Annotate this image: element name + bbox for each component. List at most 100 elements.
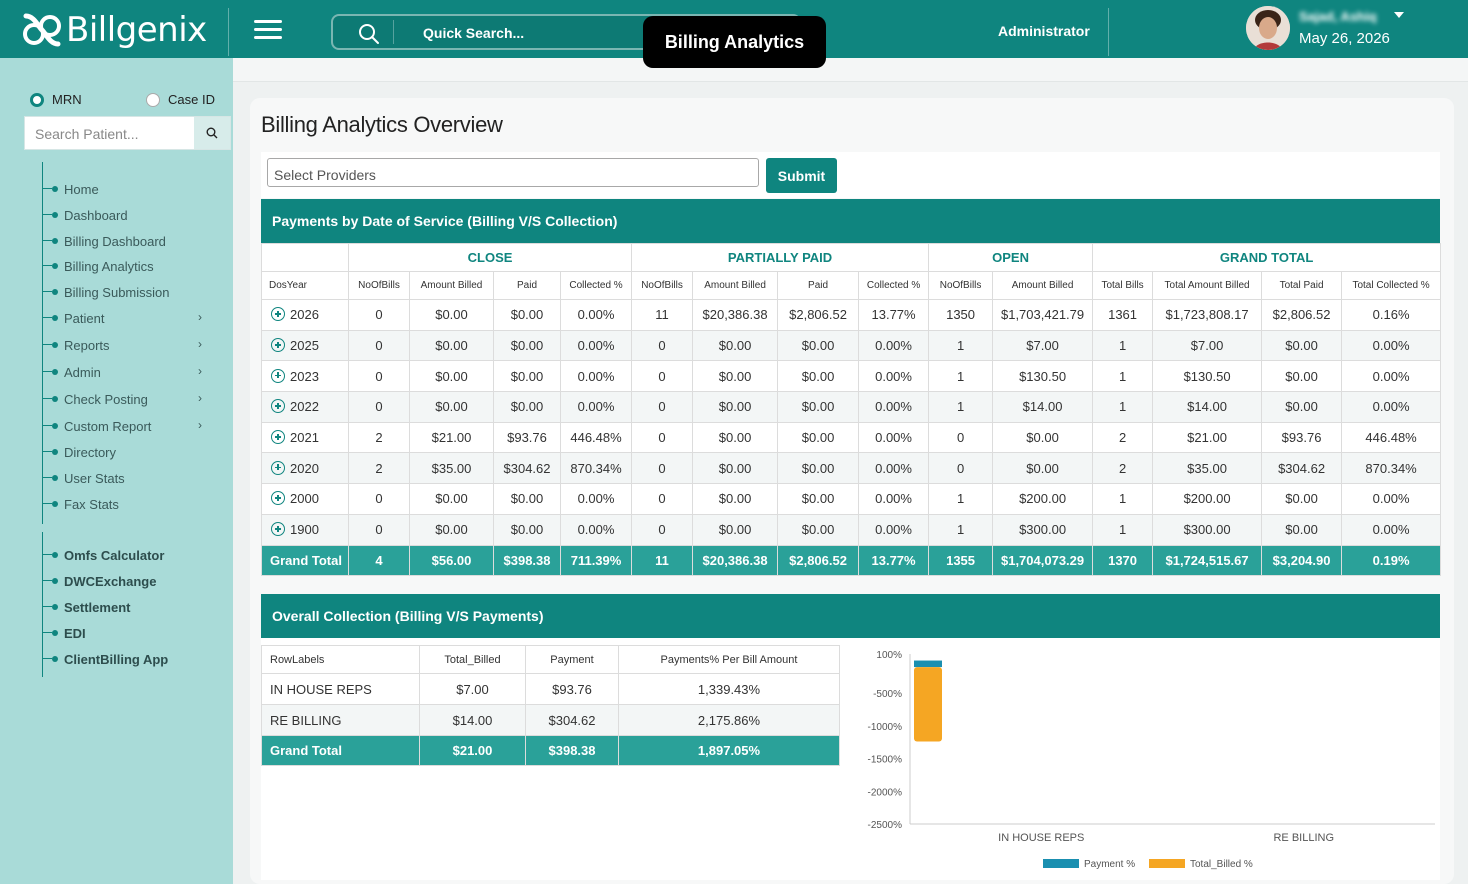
table-cell: $1,723,808.17	[1152, 299, 1263, 331]
expand-plus-icon[interactable]	[271, 460, 285, 475]
table-group-header: OPEN	[928, 243, 1094, 272]
expand-plus-icon[interactable]	[271, 491, 285, 506]
table-cell: $0.00	[692, 421, 779, 454]
expand-year-cell[interactable]: 1900	[261, 513, 349, 546]
column-header[interactable]: Collected %	[559, 271, 633, 300]
expand-plus-icon[interactable]	[271, 368, 285, 383]
expand-year-cell[interactable]: 2021	[261, 421, 349, 454]
table-cell: $0.00	[493, 299, 561, 331]
expand-plus-icon[interactable]	[271, 307, 285, 322]
year-label: 2020	[290, 460, 319, 476]
radio-mrn[interactable]: MRN	[30, 92, 82, 107]
chart-bar-payment	[914, 660, 942, 668]
sidebar-item-label: Patient	[64, 310, 105, 326]
column-header[interactable]: Paid	[493, 271, 561, 300]
table-group-header: GRAND TOTAL	[1092, 243, 1442, 272]
chart-legend-swatch	[1043, 859, 1079, 868]
column-header[interactable]: Amount Billed	[692, 271, 779, 300]
table-row: 2023 0 $0.00 $0.00 0.00% 0 $0.00 $0.00 0.00% 1 $13…	[261, 360, 1442, 393]
expand-year-cell[interactable]: 2025	[261, 329, 349, 362]
table-cell: $0.00	[1261, 329, 1343, 362]
sidebar-item-label: Home	[64, 181, 99, 197]
expand-plus-icon[interactable]	[271, 522, 285, 537]
column-header[interactable]: NoOfBills	[631, 271, 694, 300]
sidebar-item-custom-report[interactable]: Custom Report ›	[42, 417, 202, 435]
sidebar-item-admin[interactable]: Admin ›	[42, 363, 202, 381]
table-group-header-empty	[261, 243, 349, 272]
menu-toggle-icon[interactable]	[254, 20, 282, 40]
sidebar-item-settlement[interactable]: Settlement	[42, 598, 130, 616]
user-menu-caret-icon[interactable]	[1394, 12, 1404, 18]
radio-case-id[interactable]: Case ID	[146, 92, 215, 107]
column-header[interactable]: Payment	[525, 645, 619, 674]
search-icon	[357, 22, 381, 46]
sidebar-item-omfs-calculator[interactable]: Omfs Calculator	[42, 546, 164, 564]
sidebar-item-reports[interactable]: Reports ›	[42, 336, 202, 354]
table-cell: 0.00%	[1341, 513, 1442, 546]
column-header[interactable]: Amount Billed	[992, 271, 1094, 300]
sidebar-item-check-posting[interactable]: Check Posting ›	[42, 390, 202, 408]
provider-select[interactable]: Select Providers	[267, 158, 759, 187]
table-cell: $200.00	[992, 483, 1094, 515]
header-divider	[1108, 8, 1109, 56]
table-cell: 0.00%	[559, 299, 633, 331]
expand-plus-icon[interactable]	[271, 399, 285, 414]
column-header[interactable]: NoOfBills	[928, 271, 994, 300]
expand-year-cell[interactable]: 2020	[261, 452, 349, 485]
sidebar-item-billing-dashboard[interactable]: Billing Dashboard	[42, 232, 166, 250]
sidebar-item-billing-submission[interactable]: Billing Submission	[42, 283, 170, 301]
table-cell: $0.00	[409, 299, 494, 331]
table-cell: 1	[1092, 391, 1154, 423]
column-header[interactable]: NoOfBills	[348, 271, 410, 300]
expand-year-cell[interactable]: 2022	[261, 391, 349, 423]
sidebar-item-patient[interactable]: Patient ›	[42, 309, 202, 327]
patient-search-input[interactable]: Search Patient...	[24, 116, 231, 150]
app-logo[interactable]: Billgenix	[22, 10, 207, 50]
year-label: 2022	[290, 399, 319, 415]
sidebar-item-dwcexchange[interactable]: DWCExchange	[42, 572, 156, 590]
sidebar-item-label: Billing Analytics	[64, 258, 154, 274]
expand-year-cell[interactable]: 2000	[261, 483, 349, 515]
user-name[interactable]: Sajad, Ashiq	[1299, 9, 1377, 24]
column-header[interactable]: Total Amount Billed	[1152, 271, 1263, 300]
year-label: 2023	[290, 368, 319, 384]
table-cell: 0	[348, 329, 410, 362]
expand-plus-icon[interactable]	[271, 338, 285, 353]
column-header[interactable]: Total Paid	[1261, 271, 1343, 300]
sidebar-item-billing-analytics[interactable]: Billing Analytics	[42, 257, 154, 275]
radio-mrn-circle[interactable]	[30, 92, 44, 107]
column-header[interactable]: Paid	[777, 271, 860, 300]
sidebar-item-dashboard[interactable]: Dashboard	[42, 206, 128, 224]
submit-button[interactable]: Submit	[766, 158, 837, 193]
radio-case-circle[interactable]	[146, 92, 160, 107]
column-header[interactable]: Collected %	[858, 271, 930, 300]
column-header[interactable]: Total_Billed	[419, 645, 526, 674]
patient-search-button[interactable]	[194, 117, 230, 149]
table-cell: 1	[928, 360, 994, 393]
expand-year-cell[interactable]: 2026	[261, 299, 349, 331]
column-header[interactable]: Payments% Per Bill Amount	[618, 645, 840, 674]
column-header[interactable]: RowLabels	[261, 645, 420, 674]
table-cell: 1	[1092, 513, 1154, 546]
sidebar-item-label: Billing Submission	[64, 284, 170, 300]
expand-year-cell[interactable]: 2023	[261, 360, 349, 393]
sidebar-item-edi[interactable]: EDI	[42, 624, 86, 642]
sidebar-item-directory[interactable]: Directory	[42, 443, 116, 461]
table-cell: $0.00	[1261, 483, 1343, 515]
table-cell: 870.34%	[1341, 452, 1442, 485]
sidebar-item-label: Reports	[64, 337, 110, 353]
table-cell: $2,806.52	[1261, 299, 1343, 331]
sidebar-item-user-stats[interactable]: User Stats	[42, 469, 125, 487]
grand-total-cell: 1355	[928, 544, 994, 576]
sidebar-item-clientbilling-app[interactable]: ClientBilling App	[42, 650, 168, 668]
sidebar-item-home[interactable]: Home	[42, 180, 99, 198]
column-header[interactable]: Total Collected %	[1341, 271, 1442, 300]
sidebar-item-fax-stats[interactable]: Fax Stats	[42, 495, 119, 513]
column-header[interactable]: DosYear	[261, 271, 349, 300]
expand-plus-icon[interactable]	[271, 430, 285, 445]
table-cell: $0.00	[692, 329, 779, 362]
column-header[interactable]: Total Bills	[1092, 271, 1154, 300]
user-avatar[interactable]	[1246, 6, 1290, 50]
grand-total-row: Grand Total $21.00 $398.38 1,897.05%	[261, 735, 840, 766]
column-header[interactable]: Amount Billed	[409, 271, 494, 300]
